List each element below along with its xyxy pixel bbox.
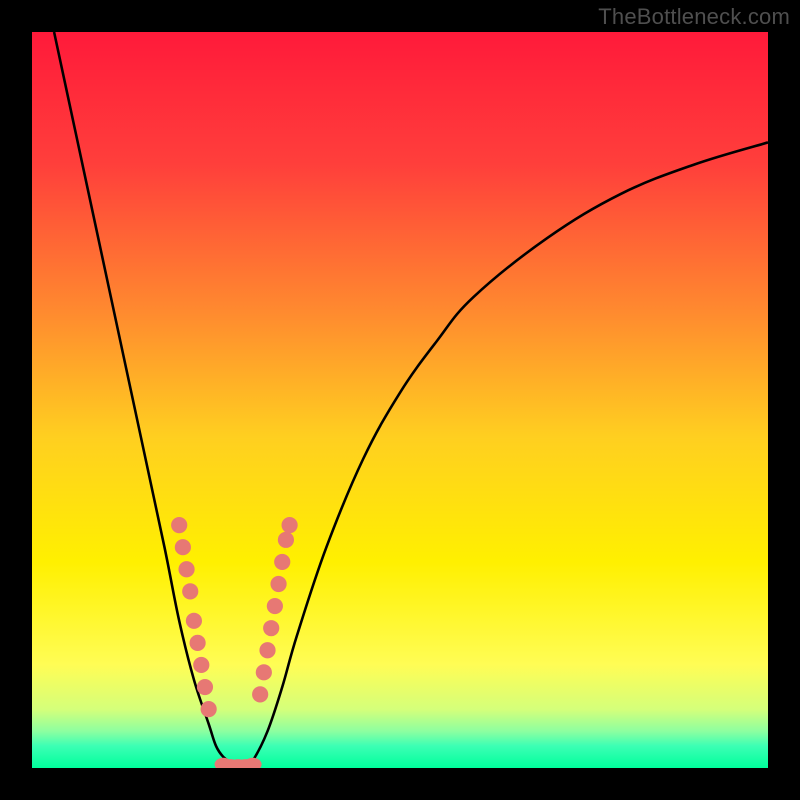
data-marker <box>267 598 283 614</box>
data-marker <box>278 532 294 548</box>
marker-group <box>171 517 298 768</box>
data-marker <box>282 517 298 533</box>
watermark-text: TheBottleneck.com <box>598 4 790 30</box>
data-marker <box>193 657 209 673</box>
plot-area <box>32 32 768 768</box>
data-marker <box>197 679 213 695</box>
chart-frame: TheBottleneck.com <box>0 0 800 800</box>
data-marker <box>252 686 268 702</box>
data-marker <box>190 635 206 651</box>
data-marker <box>186 613 202 629</box>
data-marker <box>201 701 217 717</box>
data-marker <box>182 583 198 599</box>
data-marker <box>270 576 286 592</box>
data-marker <box>263 620 279 636</box>
right-curve <box>245 142 768 765</box>
curves-layer <box>32 32 768 768</box>
data-marker <box>178 561 194 577</box>
data-marker <box>171 517 187 533</box>
data-marker <box>274 554 290 570</box>
data-marker <box>256 664 272 680</box>
left-curve <box>54 32 238 766</box>
data-marker <box>175 539 191 555</box>
data-marker <box>259 642 275 658</box>
